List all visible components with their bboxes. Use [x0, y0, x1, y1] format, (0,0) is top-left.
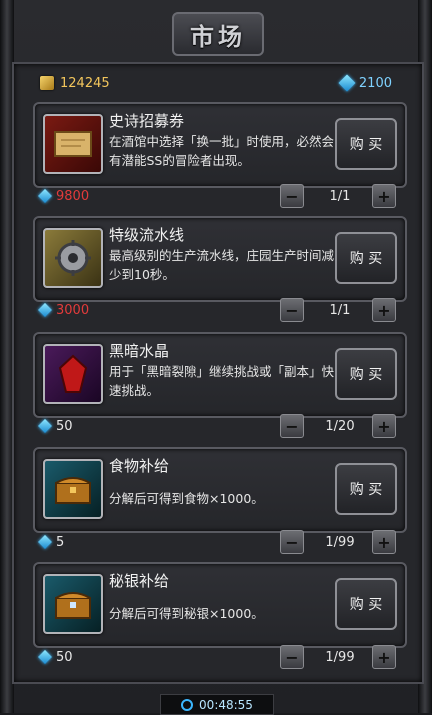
gold-icon — [40, 76, 54, 90]
quantity-minus-button[interactable]: − — [280, 645, 304, 669]
price-row: 50 − 1/20 + — [37, 414, 396, 438]
price-value: 5 — [56, 534, 65, 550]
item-description: 用于「黑暗裂隙」继续挑战或「副本」快速挑战。 — [109, 364, 335, 398]
price-value: 50 — [56, 418, 73, 434]
quantity-value: 1/20 — [325, 418, 355, 434]
quantity-minus-button[interactable]: − — [280, 530, 304, 554]
item-price: 50 — [37, 418, 240, 434]
buy-button[interactable]: 购 买 — [335, 118, 397, 170]
buy-button[interactable]: 购 买 — [335, 232, 397, 284]
currency-bar: 124245 2100 — [40, 72, 392, 94]
price-row: 9800 − 1/1 + — [37, 184, 396, 208]
buy-button[interactable]: 购 买 — [335, 463, 397, 515]
price-row: 3000 − 1/1 + — [37, 298, 396, 322]
price-value: 50 — [56, 649, 73, 665]
quantity-minus-button[interactable]: − — [280, 414, 304, 438]
shop-item-card: 黑暗水晶 用于「黑暗裂隙」继续挑战或「副本」快速挑战。 购 买 — [33, 332, 407, 418]
shop-item-card: 特级流水线 最高级别的生产流水线，庄园生产时间减少到10秒。 购 买 — [33, 216, 407, 302]
quantity-plus-button[interactable]: + — [372, 530, 396, 554]
food-chest-icon — [43, 459, 103, 519]
mithril-chest-icon — [43, 574, 103, 634]
gold-amount: 124245 — [60, 75, 110, 91]
item-name: 特级流水线 — [109, 226, 185, 244]
item-price: 50 — [37, 649, 240, 665]
quantity-value: 1/99 — [325, 649, 355, 665]
item-price: 3000 — [37, 302, 240, 318]
quantity-plus-button[interactable]: + — [372, 645, 396, 669]
item-price: 9800 — [37, 188, 240, 204]
scroll-icon — [43, 114, 103, 174]
item-description: 分解后可得到秘银×1000。 — [109, 606, 264, 621]
gold-balance: 124245 — [40, 76, 110, 91]
timer-value: 00:48:55 — [199, 697, 253, 712]
item-name: 秘银补给 — [109, 572, 170, 590]
buy-button[interactable]: 购 买 — [335, 578, 397, 630]
quantity-minus-button[interactable]: − — [280, 184, 304, 208]
item-description: 在酒馆中选择「换一批」时使用，必然会有潜能SS的冒险者出现。 — [109, 134, 335, 168]
quantity-plus-button[interactable]: + — [372, 414, 396, 438]
quantity-value: 1/1 — [329, 188, 351, 204]
gem-icon — [37, 649, 53, 665]
shop-item-card: 史诗招募券 在酒馆中选择「换一批」时使用，必然会有潜能SS的冒险者出现。 购 买 — [33, 102, 407, 188]
gem-icon — [37, 302, 53, 318]
buy-button[interactable]: 购 买 — [335, 348, 397, 400]
shop-item-card: 秘银补给 分解后可得到秘银×1000。 购 买 — [33, 562, 407, 648]
quantity-minus-button[interactable]: − — [280, 298, 304, 322]
clock-icon — [181, 698, 194, 711]
timer-bar: 00:48:55 — [160, 694, 274, 715]
gem-icon — [37, 418, 53, 434]
quantity-plus-button[interactable]: + — [372, 184, 396, 208]
item-price: 5 — [37, 534, 240, 550]
price-row: 50 − 1/99 + — [37, 645, 396, 669]
item-name: 食物补给 — [109, 457, 170, 475]
shop-item-card: 食物补给 分解后可得到食物×1000。 购 买 — [33, 447, 407, 533]
gem-balance: 2100 — [338, 74, 392, 92]
item-name: 黑暗水晶 — [109, 342, 170, 360]
gem-icon — [37, 534, 53, 550]
quantity-plus-button[interactable]: + — [372, 298, 396, 322]
price-value: 3000 — [56, 302, 90, 318]
quantity-value: 1/1 — [329, 302, 351, 318]
dark-crystal-icon — [43, 344, 103, 404]
price-value: 9800 — [56, 188, 90, 204]
item-name: 史诗招募券 — [109, 112, 185, 130]
gem-amount: 2100 — [358, 75, 392, 91]
quantity-value: 1/99 — [325, 534, 355, 550]
title-plaque: 市场 — [172, 12, 264, 56]
price-row: 5 − 1/99 + — [37, 530, 396, 554]
gem-icon — [338, 74, 356, 92]
page-title: 市场 — [190, 22, 246, 51]
item-description: 分解后可得到食物×1000。 — [109, 491, 264, 506]
gear-icon — [43, 228, 103, 288]
item-description: 最高级别的生产流水线，庄园生产时间减少到10秒。 — [109, 248, 335, 282]
gem-icon — [37, 188, 53, 204]
